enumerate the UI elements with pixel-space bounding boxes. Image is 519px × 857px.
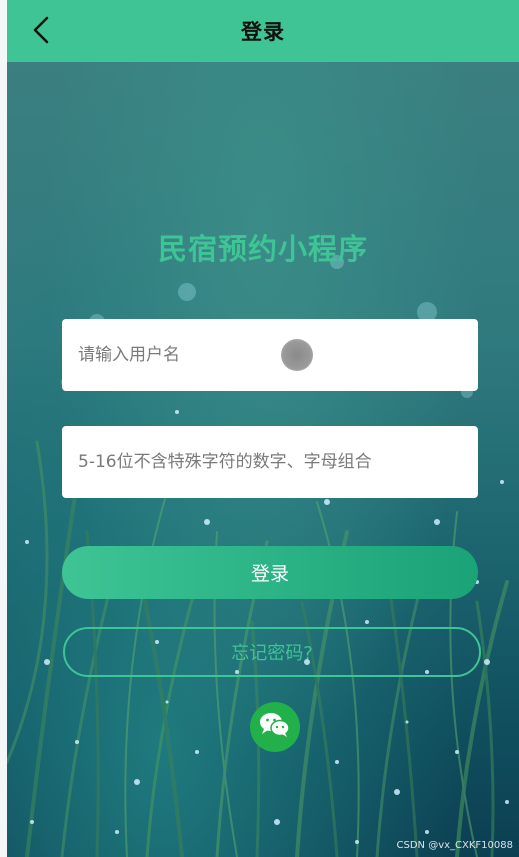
app-title: 民宿预约小程序 — [157, 232, 368, 266]
wechat-login-button[interactable] — [250, 702, 300, 752]
login-button[interactable]: 登录 — [62, 546, 478, 599]
wechat-icon — [258, 710, 292, 744]
forgot-password-label: 忘记密码? — [231, 643, 313, 664]
password-field[interactable] — [62, 426, 478, 498]
username-field[interactable] — [62, 319, 478, 391]
left-edge-strip — [0, 0, 7, 857]
header-bar: 登录 — [7, 0, 519, 62]
touch-indicator — [281, 339, 313, 371]
login-page: 民宿预约小程序 登录 登录 忘记密码? — [0, 0, 519, 857]
login-button-label: 登录 — [250, 563, 289, 585]
password-input[interactable] — [78, 426, 478, 498]
watermark: CSDN @vx_CXKF10088 — [396, 840, 513, 851]
username-input[interactable] — [78, 319, 478, 391]
page-title: 登录 — [241, 20, 285, 44]
forgot-password-button[interactable]: 忘记密码? — [63, 627, 481, 677]
